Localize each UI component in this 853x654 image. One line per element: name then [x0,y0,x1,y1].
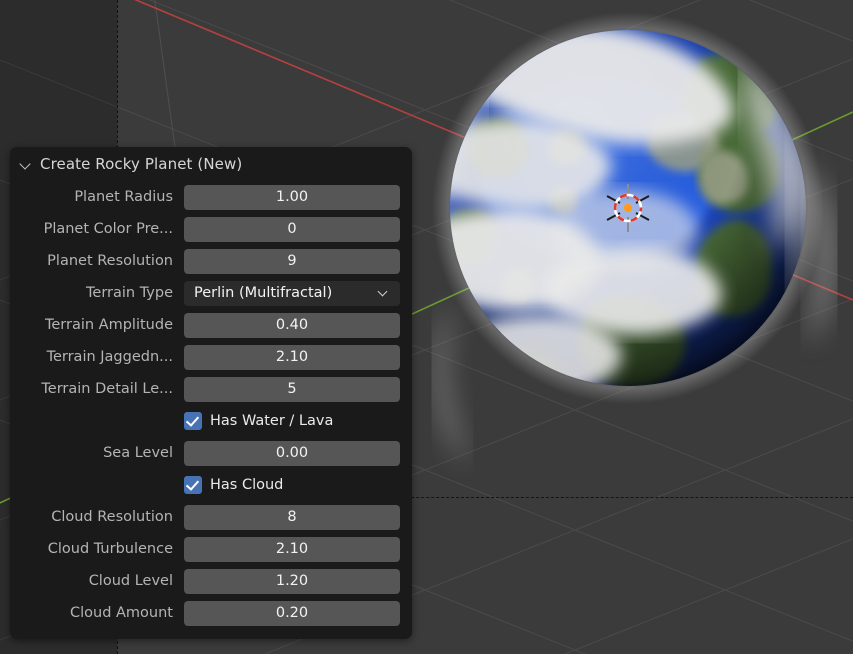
property-row-terrain-detail-level: Terrain Detail Le... 5 [22,373,400,405]
property-row-cloud-level: Cloud Level 1.20 [22,565,400,597]
property-label: Cloud Level [88,573,173,589]
property-row-planet-color-preset: Planet Color Pre... 0 [22,213,400,245]
terrain-type-dropdown[interactable]: Perlin (Multifractal) [184,280,400,306]
planet-resolution-input[interactable]: 9 [184,248,400,274]
has-cloud-checkbox[interactable]: Has Cloud [184,476,283,494]
planet-surface [450,30,806,386]
property-row-cloud-resolution: Cloud Resolution 8 [22,501,400,533]
page-title: Create Rocky Planet (New) [40,155,243,173]
cloud-level-input[interactable]: 1.20 [184,568,400,594]
sea-level-input[interactable]: 0.00 [184,440,400,466]
property-label: Planet Color Pre... [43,221,173,237]
property-label: Planet Resolution [47,253,173,269]
property-row-cloud-turbulence: Cloud Turbulence 2.10 [22,533,400,565]
property-label: Cloud Amount [69,605,173,621]
cloud-turbulence-input[interactable]: 2.10 [184,536,400,562]
property-label: Sea Level [103,445,173,461]
property-label: Terrain Type [86,285,173,301]
checkbox-label: Has Water / Lava [210,413,334,429]
panel-header[interactable]: Create Rocky Planet (New) [10,147,412,181]
property-label: Terrain Amplitude [44,317,173,333]
property-row-sea-level: Sea Level 0.00 [22,437,400,469]
chevron-down-icon[interactable] [20,158,33,171]
has-water-lava-checkbox[interactable]: Has Water / Lava [184,412,333,430]
property-label: Cloud Resolution [51,509,173,525]
property-row-has-water-lava: Has Water / Lava [22,405,400,437]
panel-rows: Planet Radius 1.00 Planet Color Pre... 0… [10,181,412,629]
checkmark-icon[interactable] [184,412,202,430]
checkmark-icon[interactable] [184,476,202,494]
cloud-amount-input[interactable]: 0.20 [184,600,400,626]
property-label: Terrain Detail Le... [41,381,173,397]
property-row-cloud-amount: Cloud Amount 0.20 [22,597,400,629]
checkbox-label: Has Cloud [210,477,284,493]
terrain-amplitude-input[interactable]: 0.40 [184,312,400,338]
property-row-terrain-type: Terrain Type Perlin (Multifractal) [22,277,400,309]
terrain-detail-level-input[interactable]: 5 [184,376,400,402]
planet-color-preset-input[interactable]: 0 [184,216,400,242]
property-row-planet-radius: Planet Radius 1.00 [22,181,400,213]
property-label: Cloud Turbulence [47,541,173,557]
chevron-down-icon [378,287,390,299]
property-row-terrain-amplitude: Terrain Amplitude 0.40 [22,309,400,341]
terrain-type-value: Perlin (Multifractal) [194,285,333,301]
property-label: Terrain Jaggedn... [46,349,173,365]
terrain-jaggedness-input[interactable]: 2.10 [184,344,400,370]
operator-redo-panel[interactable]: Create Rocky Planet (New) Planet Radius … [10,147,412,639]
cloud-resolution-input[interactable]: 8 [184,504,400,530]
property-row-has-cloud: Has Cloud [22,469,400,501]
property-label: Planet Radius [74,189,173,205]
property-row-planet-resolution: Planet Resolution 9 [22,245,400,277]
property-row-terrain-jaggedness: Terrain Jaggedn... 2.10 [22,341,400,373]
planet-radius-input[interactable]: 1.00 [184,184,400,210]
